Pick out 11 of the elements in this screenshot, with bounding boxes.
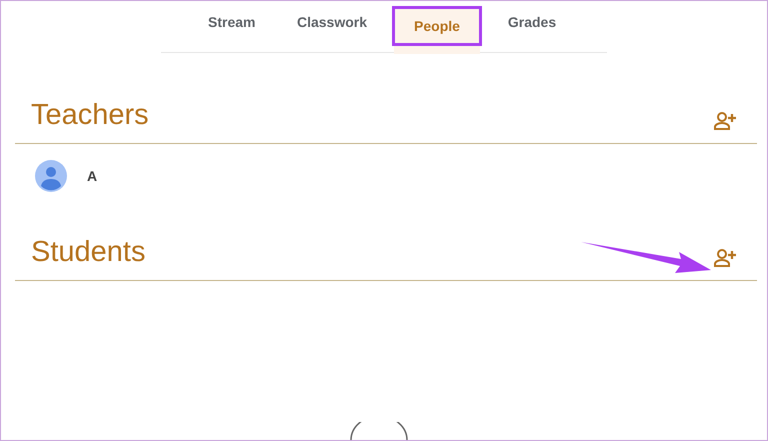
tab[interactable]: Grades — [482, 1, 582, 53]
round-button-edge[interactable] — [349, 422, 409, 440]
add-person-icon[interactable] — [713, 110, 737, 130]
avatar-icon — [35, 160, 67, 192]
person-name: A — [87, 168, 98, 184]
section-title: Students — [31, 236, 146, 268]
add-person-icon[interactable] — [713, 246, 737, 268]
tab[interactable]: People — [392, 6, 482, 46]
tab[interactable]: Stream — [186, 1, 272, 53]
tab[interactable]: Classwork — [272, 1, 392, 53]
section-title: Teachers — [31, 98, 149, 132]
